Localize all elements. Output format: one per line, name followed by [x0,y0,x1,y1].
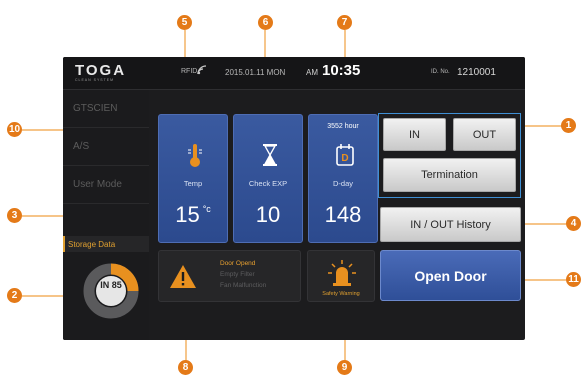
storage-donut-chart [83,263,139,319]
temp-value: 15 °c [159,202,227,228]
check-exp-label: Check EXP [248,179,288,188]
check-exp-tile[interactable]: Check EXP 10 [233,114,303,243]
termination-button[interactable]: Termination [383,158,516,192]
d-day-label: D-day [332,179,353,188]
storage-data-label[interactable]: Storage Data [63,236,149,252]
temp-unit: °c [202,204,211,214]
date-display: 2015.01.11 MON [225,68,286,77]
open-door-button[interactable]: Open Door [380,250,521,301]
callout-7: 7 [337,15,352,30]
toga-logo: TOGA CLEAN SYSTEM [75,62,126,82]
time-display: 10:35 [322,62,361,79]
callout-6: 6 [258,15,273,30]
sidebar-item-gtscien[interactable]: GTSCIEN [63,90,149,128]
callout-4: 4 [566,216,581,231]
callout-3: 3 [7,208,22,223]
callout-8: 8 [178,360,193,375]
device-screen: TOGA CLEAN SYSTEM RFID 2015.01.11 MON AM… [63,57,525,340]
alert-fan-malfunction: Fan Malfunction [220,282,267,289]
calendar-d-icon: D [336,144,354,166]
ampm-display: AM [306,68,318,77]
in-button[interactable]: IN [383,118,446,151]
hourglass-icon [263,144,277,166]
sidebar-item-user-mode[interactable]: User Mode [63,166,149,204]
check-exp-value: 10 [255,202,281,227]
d-day-tile[interactable]: 3552 hour D D-day 148 [308,114,378,243]
rfid-signal-icon [197,65,207,75]
d-day-hours: 3552 hour [327,123,359,130]
logo-text: TOGA [75,62,127,79]
status-bar: TOGA CLEAN SYSTEM RFID 2015.01.11 MON AM… [63,57,525,90]
temp-tile[interactable]: Temp 15 °c [158,114,228,243]
callout-5: 5 [177,15,192,30]
warning-icon [170,265,196,288]
in-out-history-button[interactable]: IN / OUT History [380,207,521,242]
storage-donut-label: IN 85 [100,280,122,290]
callout-10: 10 [7,122,22,137]
svg-text:D: D [341,153,348,164]
id-label: ID. No. [431,69,450,75]
sidebar-item-as[interactable]: A/S [63,128,149,166]
alert-door-opend: Door Opend [220,260,256,267]
temp-label: Temp [183,179,203,188]
callout-1: 1 [561,118,576,133]
temp-number: 15 [175,202,200,227]
callout-9: 9 [337,360,352,375]
safety-warning-label: Safety Warning [322,291,360,297]
safety-warning-panel: Safety Warning [307,250,375,302]
rfid-label: RFID [181,68,198,75]
callout-2: 2 [7,288,22,303]
alert-empty-filter: Empty Filter [220,271,255,278]
alert-panel: Door Opend Empty Filter Fan Malfunction [158,250,301,302]
sidebar: GTSCIEN A/S User Mode Storage Data IN 85 [63,90,149,340]
thermometer-icon [188,144,202,167]
out-button[interactable]: OUT [453,118,516,151]
warning-beacon-icon [328,260,356,286]
id-number: 1210001 [457,67,496,78]
callout-11: 11 [566,272,581,287]
d-day-value: 148 [324,202,362,227]
